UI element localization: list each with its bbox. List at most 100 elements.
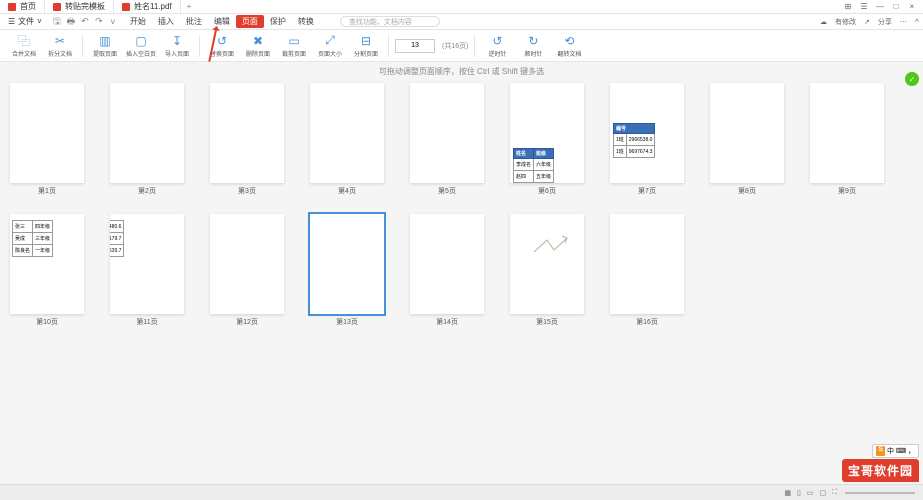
grid-icon[interactable]: ⊞ <box>843 2 853 12</box>
menu-insert[interactable]: 插入 <box>152 16 180 27</box>
thumb-content: 1组6334480.61组1547179.71组5345639.7 <box>110 220 124 257</box>
share-label[interactable]: 分享 <box>878 17 892 27</box>
close-button[interactable]: × <box>907 2 917 12</box>
statusbar: ▦ ▯ ▭ ▢ ⛶ <box>0 484 923 500</box>
thumbnail-grid: 第1页 第2页 第3页 第4页 第5页 姓名班级李成名六年级赵四五年级 第6页 … <box>0 81 923 329</box>
page-total-label: (共16页) <box>442 41 468 51</box>
menu-convert[interactable]: 转换 <box>292 16 320 27</box>
view-page-icon[interactable]: ▦ <box>784 489 791 497</box>
view-full-icon[interactable]: ⛶ <box>832 489 837 497</box>
page-thumb-2[interactable]: 第2页 <box>110 83 184 196</box>
merge-docs-button[interactable]: ⿻合并文档 <box>8 31 40 61</box>
ime-logo-icon: S <box>876 446 885 456</box>
page-thumb-10[interactable]: 张三四年级吴成三年级陈良名一年级 第10页 <box>10 214 84 327</box>
separator <box>388 35 389 57</box>
zoom-slider[interactable] <box>845 492 915 494</box>
doc-icon <box>53 3 61 11</box>
rotate-ccw-button[interactable]: ↺逆时针 <box>481 31 513 61</box>
menu-page[interactable]: 页面 <box>236 15 264 28</box>
extract-icon: ▥ <box>98 34 112 48</box>
separator <box>82 35 83 57</box>
page-thumb-16[interactable]: 第16页 <box>610 214 684 327</box>
page-thumb-1[interactable]: 第1页 <box>10 83 84 196</box>
rotate-cw-button[interactable]: ↻顺时针 <box>517 31 549 61</box>
maximize-button[interactable]: □ <box>891 2 901 12</box>
search-input[interactable]: 查找功能、文档内容 <box>340 16 440 27</box>
view-mode-icons: ▦ ▯ ▭ ▢ ⛶ <box>784 489 837 497</box>
view-single-icon[interactable]: ▯ <box>797 489 801 497</box>
page-thumb-13[interactable]: 第13页 <box>310 214 384 327</box>
page-thumb-3[interactable]: 第3页 <box>210 83 284 196</box>
reader-icon[interactable]: ☰ <box>859 2 869 12</box>
tab-template[interactable]: 转贴完模板 <box>45 0 114 13</box>
menu-annotate[interactable]: 批注 <box>180 16 208 27</box>
page-thumb-11[interactable]: 1组6334480.61组1547179.71组5345639.7 第11页 <box>110 214 184 327</box>
watermark-badge: 宝哥软件园 <box>842 459 919 482</box>
thumb-content: 编号1班2966538.01班9697674.3 <box>613 123 655 158</box>
rotate-ccw-icon: ↺ <box>490 34 504 48</box>
menubar-right: ☁ 有修改 ↗ 分享 ⋯ ˄ <box>820 17 919 27</box>
titlebar: 首页 转贴完模板 姓名11.pdf + ⊞ ☰ — □ × <box>0 0 923 14</box>
more-icon[interactable]: ⋯ <box>900 18 907 26</box>
new-tab-button[interactable]: + <box>181 2 198 11</box>
tab-home[interactable]: 首页 <box>0 0 45 13</box>
thumb-content: 姓名班级李成名六年级赵四五年级 <box>513 148 554 183</box>
sketch-icon <box>532 232 572 262</box>
redo-icon[interactable]: ↷ <box>94 17 104 27</box>
split-icon: ✂ <box>53 34 67 48</box>
pdf-icon <box>122 3 130 11</box>
chevron-down-icon[interactable]: ˅ <box>108 17 118 27</box>
page-thumb-8[interactable]: 第8页 <box>710 83 784 196</box>
tab-document[interactable]: 姓名11.pdf <box>114 0 181 13</box>
undo-icon[interactable]: ↶ <box>80 17 90 27</box>
size-icon: ⤢ <box>323 34 337 48</box>
insert-blank-button[interactable]: ▢插入空白页 <box>125 31 157 61</box>
split-docs-button[interactable]: ✂拆分文档 <box>44 31 76 61</box>
quick-access: 🖫 🖶 ↶ ↷ ˅ <box>52 17 118 27</box>
tab-label: 首页 <box>20 1 36 12</box>
replace-icon: ↺ <box>215 34 229 48</box>
separator <box>199 35 200 57</box>
ime-chars: 中 ⌨ ， <box>887 446 915 456</box>
page-thumb-9[interactable]: 第9页 <box>810 83 884 196</box>
rotate-cw-icon: ↻ <box>526 34 540 48</box>
page-thumb-14[interactable]: 第14页 <box>410 214 484 327</box>
split-page-button[interactable]: ⊟分割页面 <box>350 31 382 61</box>
page-thumb-5[interactable]: 第5页 <box>410 83 484 196</box>
file-menu[interactable]: ☰ 文件 ˅ <box>4 16 46 27</box>
thumb-content: 张三四年级吴成三年级陈良名一年级 <box>12 220 53 257</box>
home-icon <box>8 3 16 11</box>
page-thumb-15[interactable]: 第15页 <box>510 214 584 327</box>
flip-doc-button[interactable]: ⟲翻转文档 <box>553 31 585 61</box>
delete-icon: ✖ <box>251 34 265 48</box>
unsaved-label[interactable]: 有修改 <box>835 17 856 27</box>
page-thumb-6[interactable]: 姓名班级李成名六年级赵四五年级 第6页 <box>510 83 584 196</box>
ime-indicator: S 中 ⌨ ， <box>872 444 919 458</box>
extract-page-button[interactable]: ▥提取页面 <box>89 31 121 61</box>
hint-text: 可拖动调整页面顺序，按住 Ctrl 或 Shift 键多选 <box>0 62 923 81</box>
status-badge[interactable]: ✓ <box>905 72 919 86</box>
merge-icon: ⿻ <box>17 34 31 48</box>
page-number-input[interactable] <box>395 39 435 53</box>
minimize-button[interactable]: — <box>875 2 885 12</box>
save-icon[interactable]: 🖫 <box>52 17 62 27</box>
separator <box>474 35 475 57</box>
file-label: 文件 <box>18 16 34 27</box>
tab-label: 转贴完模板 <box>65 1 105 12</box>
view-two-icon[interactable]: ▢ <box>819 489 826 497</box>
view-continuous-icon[interactable]: ▭ <box>807 489 814 497</box>
menu-protect[interactable]: 保护 <box>264 16 292 27</box>
page-thumb-7[interactable]: 编号1班2966538.01班9697674.3 第7页 <box>610 83 684 196</box>
share-icon: ↗ <box>864 18 870 26</box>
crop-page-button[interactable]: ▭裁剪页面 <box>278 31 310 61</box>
page-size-button[interactable]: ⤢页面大小 <box>314 31 346 61</box>
cloud-icon: ☁ <box>820 18 827 26</box>
chevron-down-icon: ˅ <box>37 17 42 26</box>
print-icon[interactable]: 🖶 <box>66 17 76 27</box>
page-thumb-4[interactable]: 第4页 <box>310 83 384 196</box>
import-page-button[interactable]: ↧导入页面 <box>161 31 193 61</box>
chevron-up-icon[interactable]: ˄ <box>915 18 919 25</box>
menu-start[interactable]: 开始 <box>124 16 152 27</box>
delete-page-button[interactable]: ✖删除页面 <box>242 31 274 61</box>
page-thumb-12[interactable]: 第12页 <box>210 214 284 327</box>
